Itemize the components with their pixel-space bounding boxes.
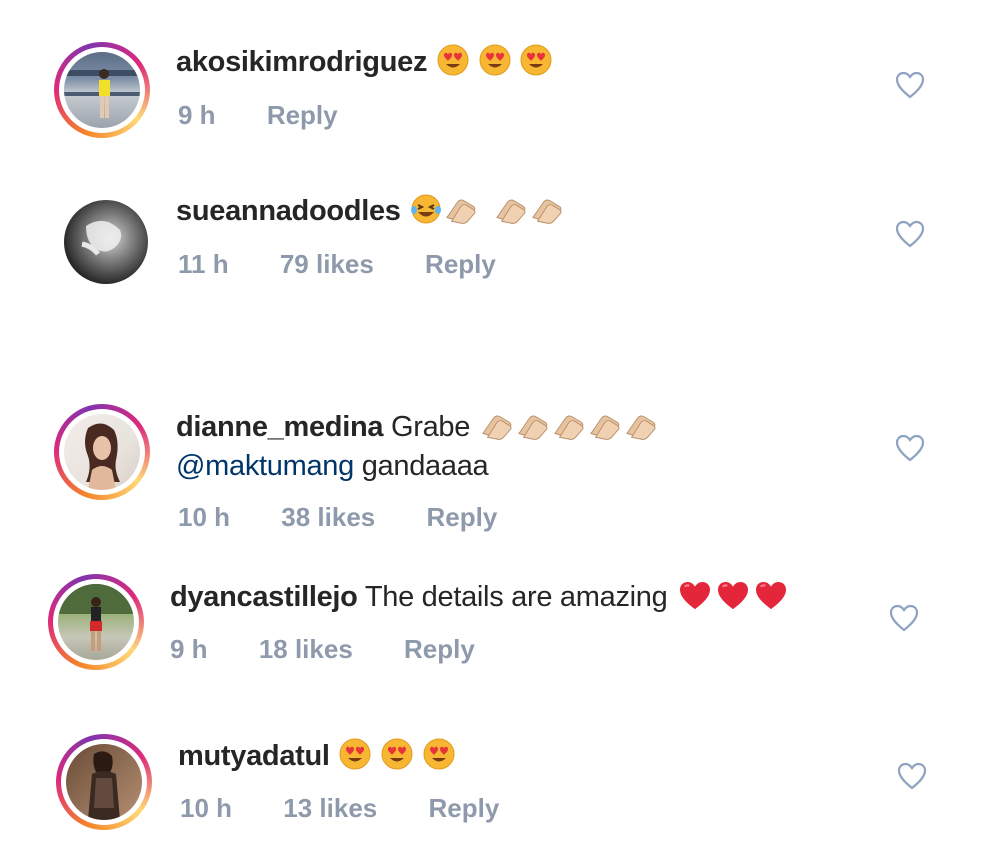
avatar[interactable] — [54, 404, 150, 500]
comment-line: dyancastillejo The details are amazing — [170, 579, 789, 620]
likes-count[interactable]: 18 likes — [259, 633, 353, 665]
heart-outline-icon[interactable] — [896, 761, 928, 791]
comment-text: Grabe — [390, 411, 471, 443]
username-link[interactable]: akosikimrodriguez — [176, 46, 427, 78]
username-link[interactable]: dyancastillejo — [170, 581, 358, 613]
avatar[interactable] — [48, 574, 144, 670]
comment-meta: 10 h 38 likes Reply — [178, 501, 497, 533]
clapping-hands-emoji — [516, 411, 550, 450]
timestamp: 10 h — [180, 793, 233, 823]
comment-line: akosikimrodriguez — [176, 44, 552, 85]
comment-meta: 10 h 13 likes Reply — [180, 792, 499, 824]
avatar[interactable] — [56, 734, 152, 830]
heart-eyes-emoji — [423, 738, 455, 779]
red-heart-emoji — [753, 581, 789, 620]
heart-outline-icon[interactable] — [894, 433, 926, 463]
heart-outline-icon[interactable] — [894, 70, 926, 100]
mention-link[interactable]: @maktumang — [176, 450, 354, 482]
likes-count[interactable]: 38 likes — [281, 501, 375, 533]
timestamp: 9 h — [170, 634, 208, 664]
username-link[interactable]: mutyadatul — [178, 740, 330, 772]
comment-meta: 9 h Reply — [178, 99, 338, 131]
avatar[interactable] — [58, 194, 154, 290]
heart-eyes-emoji — [381, 738, 413, 779]
comment-line-2: @maktumang gandaaaa — [176, 448, 489, 484]
red-heart-emoji — [715, 581, 751, 620]
comment-line: dianne_medina Grabe — [176, 409, 658, 450]
red-heart-emoji — [677, 581, 713, 620]
laughing-tears-emoji — [410, 193, 442, 234]
heart-eyes-emoji — [479, 44, 511, 85]
likes-count[interactable]: 79 likes — [280, 248, 374, 280]
heart-outline-icon[interactable] — [888, 603, 920, 633]
timestamp: 11 h — [178, 249, 229, 279]
reply-button[interactable]: Reply — [404, 633, 475, 665]
clapping-hands-emoji — [624, 411, 658, 450]
comment-line: mutyadatul — [178, 738, 455, 779]
reply-button[interactable]: Reply — [267, 99, 338, 131]
timestamp: 9 h — [178, 100, 216, 130]
comment-text: The details are amazing — [364, 581, 668, 613]
heart-eyes-emoji — [339, 738, 371, 779]
clapping-hands-emoji — [588, 411, 622, 450]
timestamp: 10 h — [178, 502, 231, 532]
clapping-hands-emoji — [444, 195, 478, 234]
clapping-hands-emoji — [494, 195, 528, 234]
heart-outline-icon[interactable] — [894, 219, 926, 249]
comment-line: sueannadoodles — [176, 193, 564, 234]
clapping-hands-emoji — [480, 411, 514, 450]
heart-eyes-emoji — [520, 44, 552, 85]
likes-count[interactable]: 13 likes — [283, 792, 377, 824]
comment-meta: 11 h 79 likes Reply — [178, 248, 496, 280]
reply-button[interactable]: Reply — [428, 792, 499, 824]
reply-button[interactable]: Reply — [426, 501, 497, 533]
username-link[interactable]: sueannadoodles — [176, 195, 401, 227]
avatar[interactable] — [54, 42, 150, 138]
comment-text: gandaaaa — [361, 450, 489, 482]
username-link[interactable]: dianne_medina — [176, 411, 384, 443]
reply-button[interactable]: Reply — [425, 248, 496, 280]
heart-eyes-emoji — [437, 44, 469, 85]
comment-meta: 9 h 18 likes Reply — [170, 633, 475, 665]
clapping-hands-emoji — [530, 195, 564, 234]
clapping-hands-emoji — [552, 411, 586, 450]
